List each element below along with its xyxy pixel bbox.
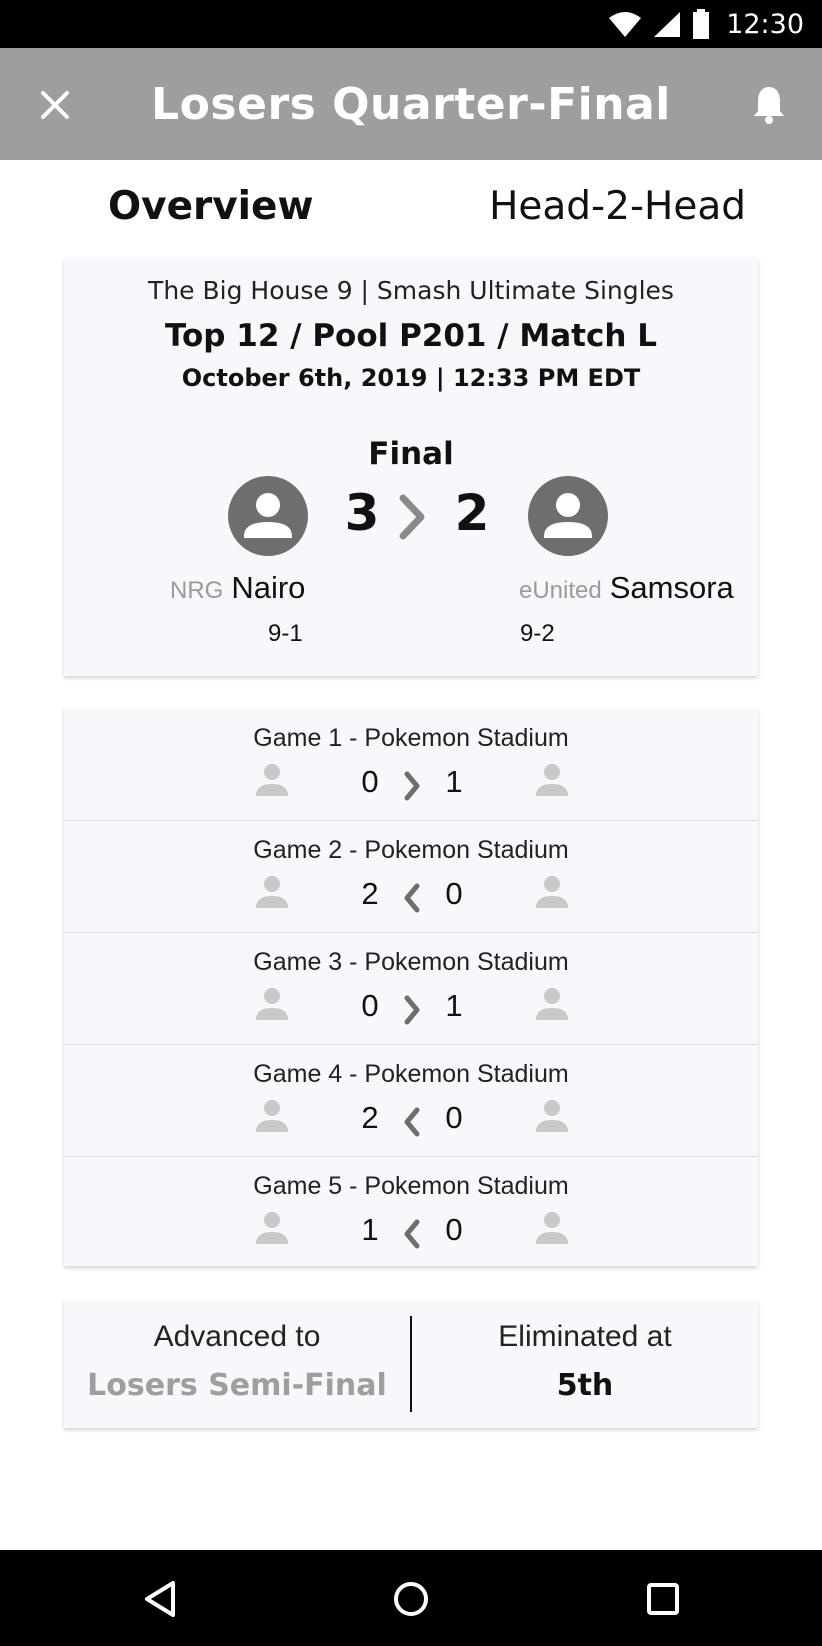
match-date: October 6th, 2019 | 12:33 PM EDT: [181, 364, 641, 392]
game-score-right: 1: [445, 988, 463, 1023]
advanced-label: Advanced to: [153, 1320, 321, 1353]
status-icons: 12:30: [608, 0, 804, 48]
game-row[interactable]: Game 4 - Pokemon Stadium 2 0: [64, 1044, 758, 1157]
chevron-left-icon: [404, 883, 420, 913]
bell-icon: [754, 87, 784, 124]
match-summary-card: The Big House 9 | Smash Ultimate Singles…: [64, 258, 758, 676]
chevron-right-icon: [399, 494, 425, 540]
battery-icon: [693, 9, 710, 39]
game-title: Game 2 - Pokemon Stadium: [253, 836, 569, 864]
player-left-name[interactable]: NRG Nairo: [170, 570, 305, 606]
game-title: Game 1 - Pokemon Stadium: [253, 724, 569, 752]
score-right: 2: [454, 484, 490, 542]
player-right-avatar[interactable]: [528, 476, 608, 556]
tab-head-2-head[interactable]: Head-2-Head: [489, 184, 746, 229]
eliminated-label: Eliminated at: [498, 1320, 672, 1353]
person-icon: [544, 493, 592, 538]
back-triangle-icon: [145, 1581, 175, 1617]
player-left-sponsor: NRG: [170, 577, 224, 604]
person-icon: [536, 1212, 568, 1244]
eliminated-at-section: Eliminated at 5th: [412, 1300, 758, 1428]
person-icon: [256, 1212, 288, 1244]
wifi-icon: [609, 12, 642, 37]
person-icon: [536, 764, 568, 796]
game-score-left: 1: [361, 1212, 379, 1247]
advanced-value: Losers Semi-Final: [87, 1368, 387, 1403]
game-score-left: 2: [361, 1100, 379, 1135]
game-score-right: 0: [445, 1100, 463, 1135]
chevron-right-icon: [404, 995, 420, 1025]
chevron-left-icon: [404, 1219, 420, 1249]
game-row[interactable]: Game 2 - Pokemon Stadium 2 0: [64, 820, 758, 933]
game-score-left: 2: [361, 876, 379, 911]
recent-square-icon: [647, 1583, 679, 1615]
player-right-record: 9-2: [520, 620, 555, 647]
tab-bar: Overview Head-2-Head: [0, 160, 822, 250]
status-bar: 12:30: [0, 0, 822, 48]
signal-icon: [654, 12, 681, 37]
eliminated-value: 5th: [556, 1368, 614, 1403]
player-left-avatar[interactable]: [228, 476, 308, 556]
game-title: Game 5 - Pokemon Stadium: [253, 1172, 569, 1200]
bracket-path: Top 12 / Pool P201 / Match L: [164, 318, 657, 354]
back-button[interactable]: [138, 1576, 184, 1622]
event-name: The Big House 9 | Smash Ultimate Singles: [148, 276, 674, 305]
match-status: Final: [368, 436, 454, 472]
game-row[interactable]: Game 3 - Pokemon Stadium 0 1: [64, 932, 758, 1045]
game-title: Game 4 - Pokemon Stadium: [253, 1060, 569, 1088]
game-score-right: 0: [445, 1212, 463, 1247]
person-icon: [256, 1100, 288, 1132]
player-left-record: 9-1: [268, 620, 303, 647]
person-icon: [536, 876, 568, 908]
game-score-left: 0: [361, 988, 379, 1023]
chevron-right-icon: [404, 771, 420, 801]
person-icon: [536, 1100, 568, 1132]
person-icon: [536, 988, 568, 1020]
game-title: Game 3 - Pokemon Stadium: [253, 948, 569, 976]
player-right-sponsor: eUnited: [519, 577, 602, 604]
person-icon: [244, 493, 292, 538]
home-button[interactable]: [388, 1576, 434, 1622]
game-score-right: 0: [445, 876, 463, 911]
page-title: Losers Quarter-Final: [151, 78, 671, 130]
person-icon: [256, 988, 288, 1020]
score-left: 3: [344, 484, 380, 542]
game-row[interactable]: Game 1 - Pokemon Stadium 0 1: [64, 708, 758, 821]
app-bar: Losers Quarter-Final: [0, 48, 822, 160]
player-left-tag: Nairo: [231, 570, 306, 605]
chevron-left-icon: [404, 1107, 420, 1137]
person-icon: [256, 764, 288, 796]
player-right-name[interactable]: eUnited Samsora: [519, 570, 734, 606]
game-score-right: 1: [445, 764, 463, 799]
result-card: Advanced to Losers Semi-Final Eliminated…: [64, 1300, 758, 1428]
home-circle-icon: [394, 1582, 428, 1616]
tab-overview[interactable]: Overview: [108, 184, 314, 229]
player-right-tag: Samsora: [609, 570, 734, 605]
games-list: Game 1 - Pokemon Stadium 0 1 Game 2 - Po…: [64, 708, 758, 1266]
status-time: 12:30: [726, 8, 804, 40]
person-icon: [256, 876, 288, 908]
recent-apps-button[interactable]: [640, 1576, 686, 1622]
notifications-button[interactable]: [742, 78, 796, 132]
game-row[interactable]: Game 5 - Pokemon Stadium 1 0: [64, 1156, 758, 1266]
advanced-to-section[interactable]: Advanced to Losers Semi-Final: [64, 1300, 410, 1428]
game-score-left: 0: [361, 764, 379, 799]
navigation-bar: [0, 1550, 822, 1646]
